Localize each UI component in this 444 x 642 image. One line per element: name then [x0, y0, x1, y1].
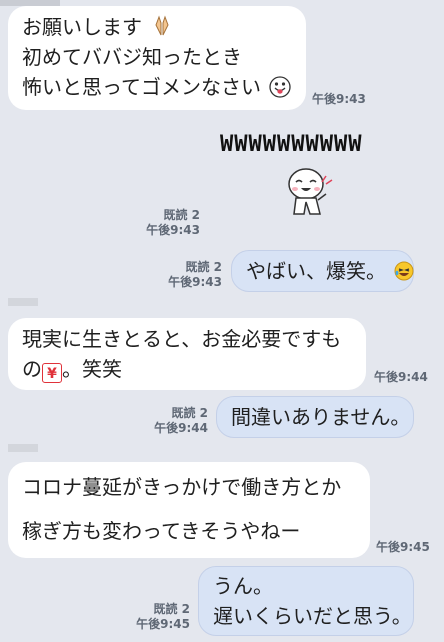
message-read-status: 既読 2 午後9:44: [154, 406, 208, 435]
message-line: コロナ蔓延がきっかけで働き方とか: [22, 475, 342, 499]
sender-name-placeholder: [8, 444, 38, 452]
message-bubble-incoming[interactable]: コロナ蔓延がきっかけで働き方とか 稼ぎ方も変わってきそうやねー: [8, 462, 370, 558]
pray-icon: [144, 15, 174, 39]
message-time: 午後9:43: [312, 92, 366, 106]
message-text: 間違いありません。: [231, 405, 411, 429]
message-bubble-outgoing[interactable]: やばい、爆笑。: [231, 250, 414, 292]
message-text: の: [22, 357, 42, 381]
tongue-face-icon: [263, 75, 292, 99]
chat-area[interactable]: お願いします 初めてババジ知ったとき 怖いと思ってゴメンなさい 午後9:43 W…: [0, 0, 444, 642]
message-bubble-incoming[interactable]: 現実に生きとると、お金必要ですも の ¥ 。笑笑: [8, 318, 366, 390]
message-text: お願いします: [22, 15, 142, 39]
message-bubble-incoming[interactable]: お願いします 初めてババジ知ったとき 怖いと思ってゴメンなさい: [8, 6, 306, 110]
message-line: 遅いくらいだと思う。: [213, 604, 412, 628]
message-text: 怖いと思ってゴメンなさい: [22, 75, 261, 99]
message-line: うん。: [213, 574, 273, 598]
message-line: やばい、爆笑。: [246, 256, 414, 286]
stamp-text: WWWWWWWWWW: [220, 132, 363, 157]
message-time: 午後9:44: [374, 370, 428, 384]
message-read-status: 既読 2 午後9:43: [146, 208, 200, 237]
message-line: の ¥ 。笑笑: [22, 354, 352, 384]
message-line: 初めてババジ知ったとき: [22, 45, 242, 69]
message-read-status: 既読 2 午後9:45: [136, 602, 190, 631]
message-time: 午後9:45: [376, 540, 430, 554]
laughing-tears-icon: [388, 259, 414, 283]
laughing-character-sticker: [276, 162, 340, 226]
message-read-status: 既読 2 午後9:43: [168, 260, 222, 289]
yen-icon: ¥: [42, 363, 62, 383]
message-line: 稼ぎ方も変わってきそうやねー: [22, 519, 301, 543]
message-line: お願いします: [22, 12, 292, 42]
message-text: やばい、爆笑。: [246, 259, 386, 283]
sender-name-placeholder: [8, 298, 38, 306]
message-line: 怖いと思ってゴメンなさい: [22, 72, 292, 102]
message-line: 現実に生きとると、お金必要ですも: [22, 327, 342, 351]
message-text: 。笑笑: [62, 357, 122, 381]
message-bubble-outgoing[interactable]: うん。 遅いくらいだと思う。: [198, 566, 414, 636]
message-bubble-outgoing[interactable]: 間違いありません。: [216, 396, 414, 438]
